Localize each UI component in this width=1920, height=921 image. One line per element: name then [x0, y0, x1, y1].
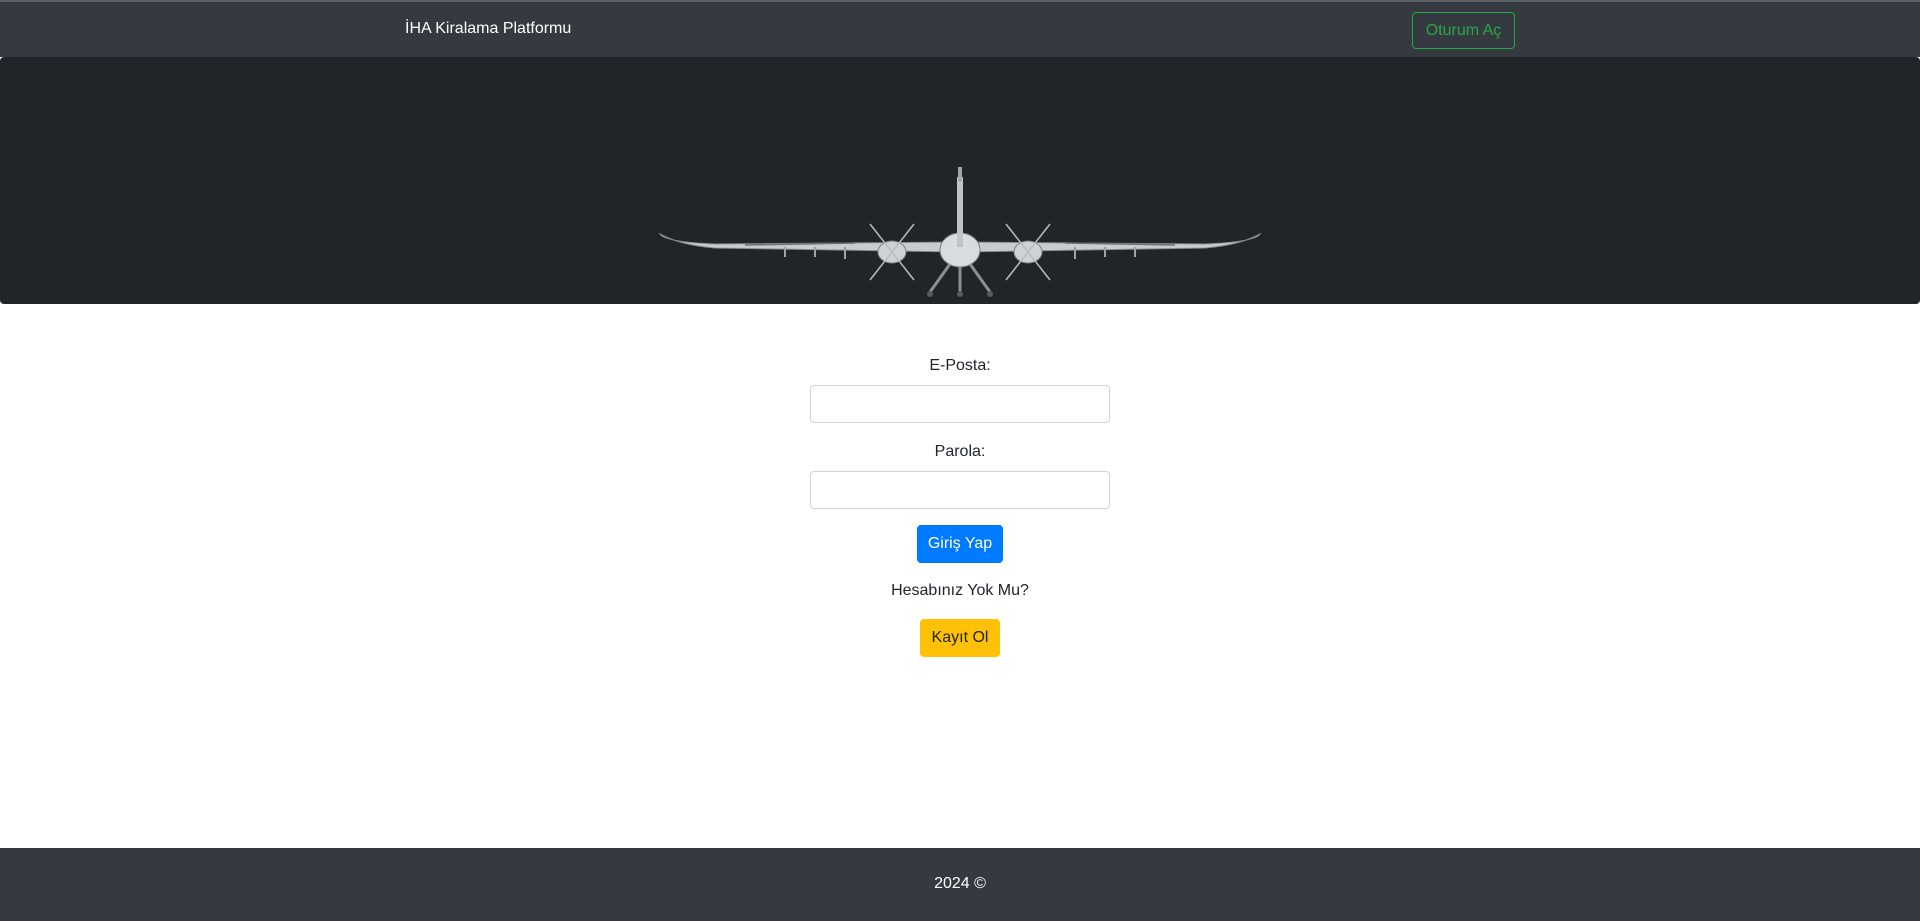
email-label: E-Posta:	[929, 357, 991, 374]
navbar: İHA Kiralama Platformu Oturum Aç	[0, 0, 1920, 57]
email-input[interactable]	[810, 385, 1110, 423]
footer: 2024 ©	[0, 848, 1920, 921]
navbar-brand[interactable]: İHA Kiralama Platformu	[405, 20, 571, 38]
login-submit-button[interactable]: Giriş Yap	[917, 525, 1003, 563]
login-nav-button[interactable]: Oturum Aç	[1412, 12, 1515, 49]
password-label: Parola:	[934, 443, 986, 460]
footer-copyright: 2024 ©	[934, 875, 986, 892]
register-button[interactable]: Kayıt Ol	[920, 619, 1000, 657]
no-account-text: Hesabınız Yok Mu?	[891, 582, 1029, 599]
drone-image	[658, 167, 1262, 297]
password-input[interactable]	[810, 471, 1110, 509]
hero-banner	[0, 57, 1920, 304]
